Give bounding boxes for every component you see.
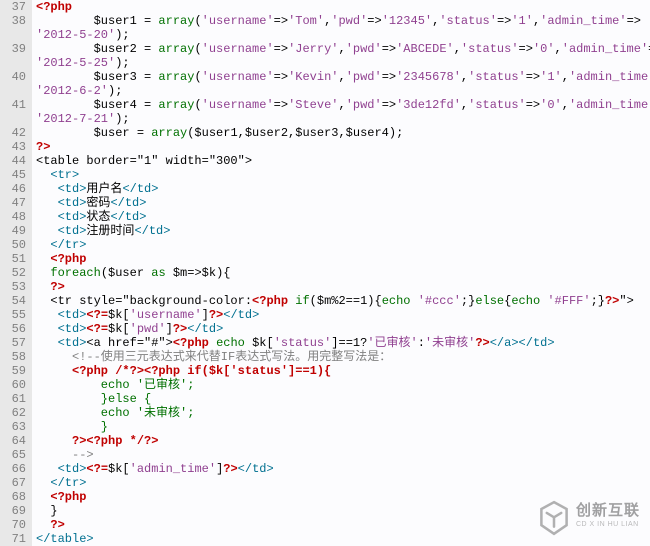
code-line: } [36, 420, 650, 434]
line-number: 58 [4, 350, 26, 364]
line-number-gutter: 3738 39 40 41 424344454647484950515253545556… [0, 0, 32, 546]
code-line: <td><?=$k['username']?></td> [36, 308, 650, 322]
code-editor: 3738 39 40 41 424344454647484950515253545556… [0, 0, 650, 546]
line-number: 71 [4, 532, 26, 546]
logo-text-cn: 创新互联 [576, 504, 640, 518]
line-number: 62 [4, 406, 26, 420]
code-line: <td><a href="#"><?php echo $k['status']=… [36, 336, 650, 350]
line-number: 39 [4, 42, 26, 56]
code-line: '2012-5-25'); [36, 56, 650, 70]
line-number: 64 [4, 434, 26, 448]
line-number: 45 [4, 168, 26, 182]
code-line: <td>用户名</td> [36, 182, 650, 196]
code-line: <?php [36, 0, 650, 14]
line-number: 40 [4, 70, 26, 84]
line-number: 42 [4, 126, 26, 140]
code-line: foreach($user as $m=>$k){ [36, 266, 650, 280]
line-number: 46 [4, 182, 26, 196]
code-line: <tr style="background-color:<?php if($m%… [36, 294, 650, 308]
line-number: 69 [4, 504, 26, 518]
line-number: 41 [4, 98, 26, 112]
code-line: </tr> [36, 476, 650, 490]
code-line: <?php /*?><?php if($k['status']==1){ [36, 364, 650, 378]
line-number: 37 [4, 0, 26, 14]
code-line: <td><?=$k['admin_time']?></td> [36, 462, 650, 476]
code-line: <td>状态</td> [36, 210, 650, 224]
code-line: $user4 = array('username'=>'Steve','pwd'… [36, 98, 650, 112]
line-number: 59 [4, 364, 26, 378]
code-line: --> [36, 448, 650, 462]
code-line: <td>注册时间</td> [36, 224, 650, 238]
line-number [4, 84, 26, 98]
line-number: 68 [4, 490, 26, 504]
line-number: 55 [4, 308, 26, 322]
line-number: 57 [4, 336, 26, 350]
code-line: ?><?php */?> [36, 434, 650, 448]
watermark-logo: 创新互联 CD X IN HU LIAN [536, 500, 640, 536]
line-number: 44 [4, 154, 26, 168]
line-number [4, 112, 26, 126]
code-line: '2012-6-2'); [36, 84, 650, 98]
code-line: <table border="1" width="300"> [36, 154, 650, 168]
line-number: 53 [4, 280, 26, 294]
line-number: 52 [4, 266, 26, 280]
line-number: 60 [4, 378, 26, 392]
code-line: ?> [36, 140, 650, 154]
line-number: 65 [4, 448, 26, 462]
code-line: <td><?=$k['pwd']?></td> [36, 322, 650, 336]
line-number: 50 [4, 238, 26, 252]
code-line: <?php [36, 252, 650, 266]
logo-icon [536, 500, 572, 536]
code-line: <tr> [36, 168, 650, 182]
line-number: 51 [4, 252, 26, 266]
line-number [4, 28, 26, 42]
line-number [4, 56, 26, 70]
line-number: 54 [4, 294, 26, 308]
line-number: 66 [4, 462, 26, 476]
code-line: }else { [36, 392, 650, 406]
line-number: 47 [4, 196, 26, 210]
line-number: 61 [4, 392, 26, 406]
line-number: 38 [4, 14, 26, 28]
code-line: <td>密码</td> [36, 196, 650, 210]
code-area: <?php $user1 = array('username'=>'Tom','… [32, 0, 650, 546]
code-line: <!--使用三元表达式来代替IF表达式写法。用完整写法是： [36, 350, 650, 364]
code-line: '2012-7-21'); [36, 112, 650, 126]
line-number: 67 [4, 476, 26, 490]
code-line: echo '未审核'; [36, 406, 650, 420]
code-line: ?> [36, 280, 650, 294]
code-line: $user3 = array('username'=>'Kevin','pwd'… [36, 70, 650, 84]
code-line: '2012-5-20'); [36, 28, 650, 42]
code-line: </tr> [36, 238, 650, 252]
line-number: 63 [4, 420, 26, 434]
line-number: 48 [4, 210, 26, 224]
logo-text-en: CD X IN HU LIAN [576, 518, 640, 532]
line-number: 43 [4, 140, 26, 154]
code-line: $user1 = array('username'=>'Tom','pwd'=>… [36, 14, 650, 28]
code-line: $user = array($user1,$user2,$user3,$user… [36, 126, 650, 140]
line-number: 56 [4, 322, 26, 336]
code-line: $user2 = array('username'=>'Jerry','pwd'… [36, 42, 650, 56]
line-number: 49 [4, 224, 26, 238]
line-number: 70 [4, 518, 26, 532]
code-line: echo '已审核'; [36, 378, 650, 392]
